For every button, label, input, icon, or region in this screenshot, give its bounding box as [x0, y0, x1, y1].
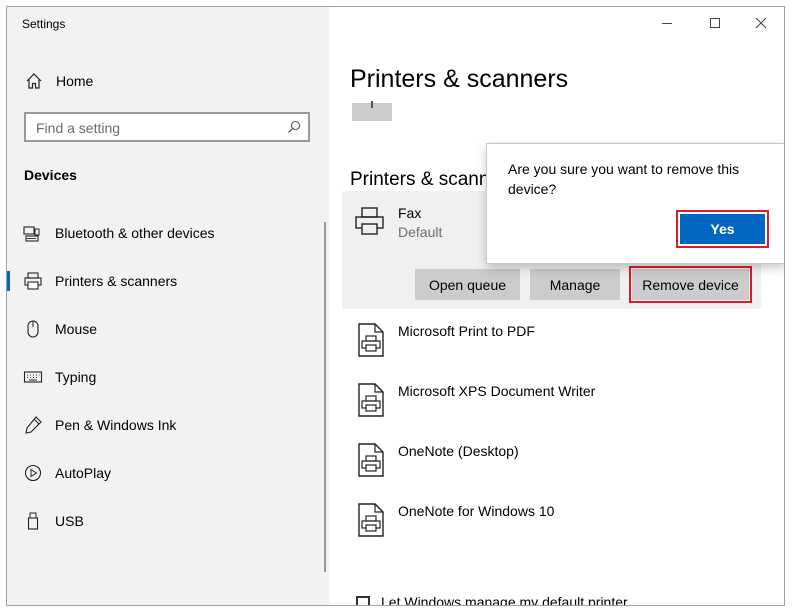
search-icon[interactable] — [287, 120, 301, 134]
printer-document-icon — [355, 502, 389, 538]
remove-confirmation-flyout: Are you sure you want to remove this dev… — [486, 143, 784, 264]
open-queue-button[interactable]: Open queue — [415, 269, 520, 300]
yes-button[interactable]: Yes — [680, 214, 765, 244]
keyboard-icon — [23, 367, 43, 387]
printer-name: Fax — [398, 205, 422, 221]
usb-icon — [23, 511, 43, 531]
sidebar-scrollbar[interactable] — [324, 222, 326, 572]
search-placeholder: Find a setting — [36, 120, 121, 136]
printers-section-title: Printers & scanners — [350, 169, 488, 190]
sidebar-item-label: Bluetooth & other devices — [55, 225, 215, 241]
sidebar: Settings Home Find a setting Devices Blu… — [7, 7, 329, 605]
sidebar-item-label: AutoPlay — [55, 465, 112, 481]
printer-document-icon — [355, 382, 389, 418]
printer-name: Microsoft XPS Document Writer — [398, 383, 596, 399]
remove-device-button[interactable]: Remove device — [629, 266, 752, 303]
home-icon — [24, 71, 44, 91]
add-printer-button[interactable] — [352, 101, 392, 121]
search-input[interactable]: Find a setting — [24, 112, 310, 142]
sidebar-item-pen[interactable]: Pen & Windows Ink — [7, 409, 329, 441]
settings-window: Settings Home Find a setting Devices Blu… — [6, 6, 785, 606]
app-title: Settings — [22, 17, 66, 31]
pen-icon — [23, 415, 43, 435]
printer-document-icon — [355, 442, 389, 478]
yes-button-highlight: Yes — [676, 210, 769, 248]
manage-button[interactable]: Manage — [530, 269, 620, 300]
section-title: Devices — [24, 167, 77, 183]
printer-icon — [353, 205, 387, 241]
nav-home[interactable]: Home — [7, 65, 329, 97]
sidebar-item-label: Typing — [55, 369, 97, 385]
main-content: Printers & scanners Printers & scanners … — [329, 7, 784, 605]
home-label: Home — [56, 73, 94, 89]
sidebar-item-printers[interactable]: Printers & scanners — [7, 265, 329, 297]
close-icon[interactable] — [746, 13, 776, 33]
sidebar-item-label: Pen & Windows Ink — [55, 417, 177, 433]
plus-icon — [371, 101, 373, 108]
bluetooth-devices-icon — [23, 223, 43, 243]
sidebar-item-autoplay[interactable]: AutoPlay — [7, 457, 329, 489]
maximize-icon[interactable] — [700, 13, 730, 33]
sidebar-item-typing[interactable]: Typing — [7, 361, 329, 393]
printer-icon — [23, 271, 43, 291]
sidebar-item-label: USB — [55, 513, 84, 529]
printer-status: Default — [398, 224, 443, 240]
printer-document-icon — [355, 322, 389, 358]
mouse-icon — [23, 319, 43, 339]
sidebar-item-bluetooth[interactable]: Bluetooth & other devices — [7, 217, 329, 249]
autoplay-icon — [23, 463, 43, 483]
minimize-icon[interactable] — [652, 13, 682, 33]
printer-name: OneNote for Windows 10 — [398, 503, 555, 519]
sidebar-item-usb[interactable]: USB — [7, 505, 329, 537]
sidebar-item-label: Printers & scanners — [55, 273, 178, 289]
page-title: Printers & scanners — [350, 65, 569, 93]
confirmation-message: Are you sure you want to remove this dev… — [508, 161, 740, 197]
default-printer-checkbox[interactable] — [356, 596, 370, 605]
sidebar-item-label: Mouse — [55, 321, 98, 337]
default-printer-label: Let Windows manage my default printer — [381, 594, 628, 606]
sidebar-item-mouse[interactable]: Mouse — [7, 313, 329, 345]
printer-name: OneNote (Desktop) — [398, 443, 519, 459]
printer-name: Microsoft Print to PDF — [398, 323, 535, 339]
